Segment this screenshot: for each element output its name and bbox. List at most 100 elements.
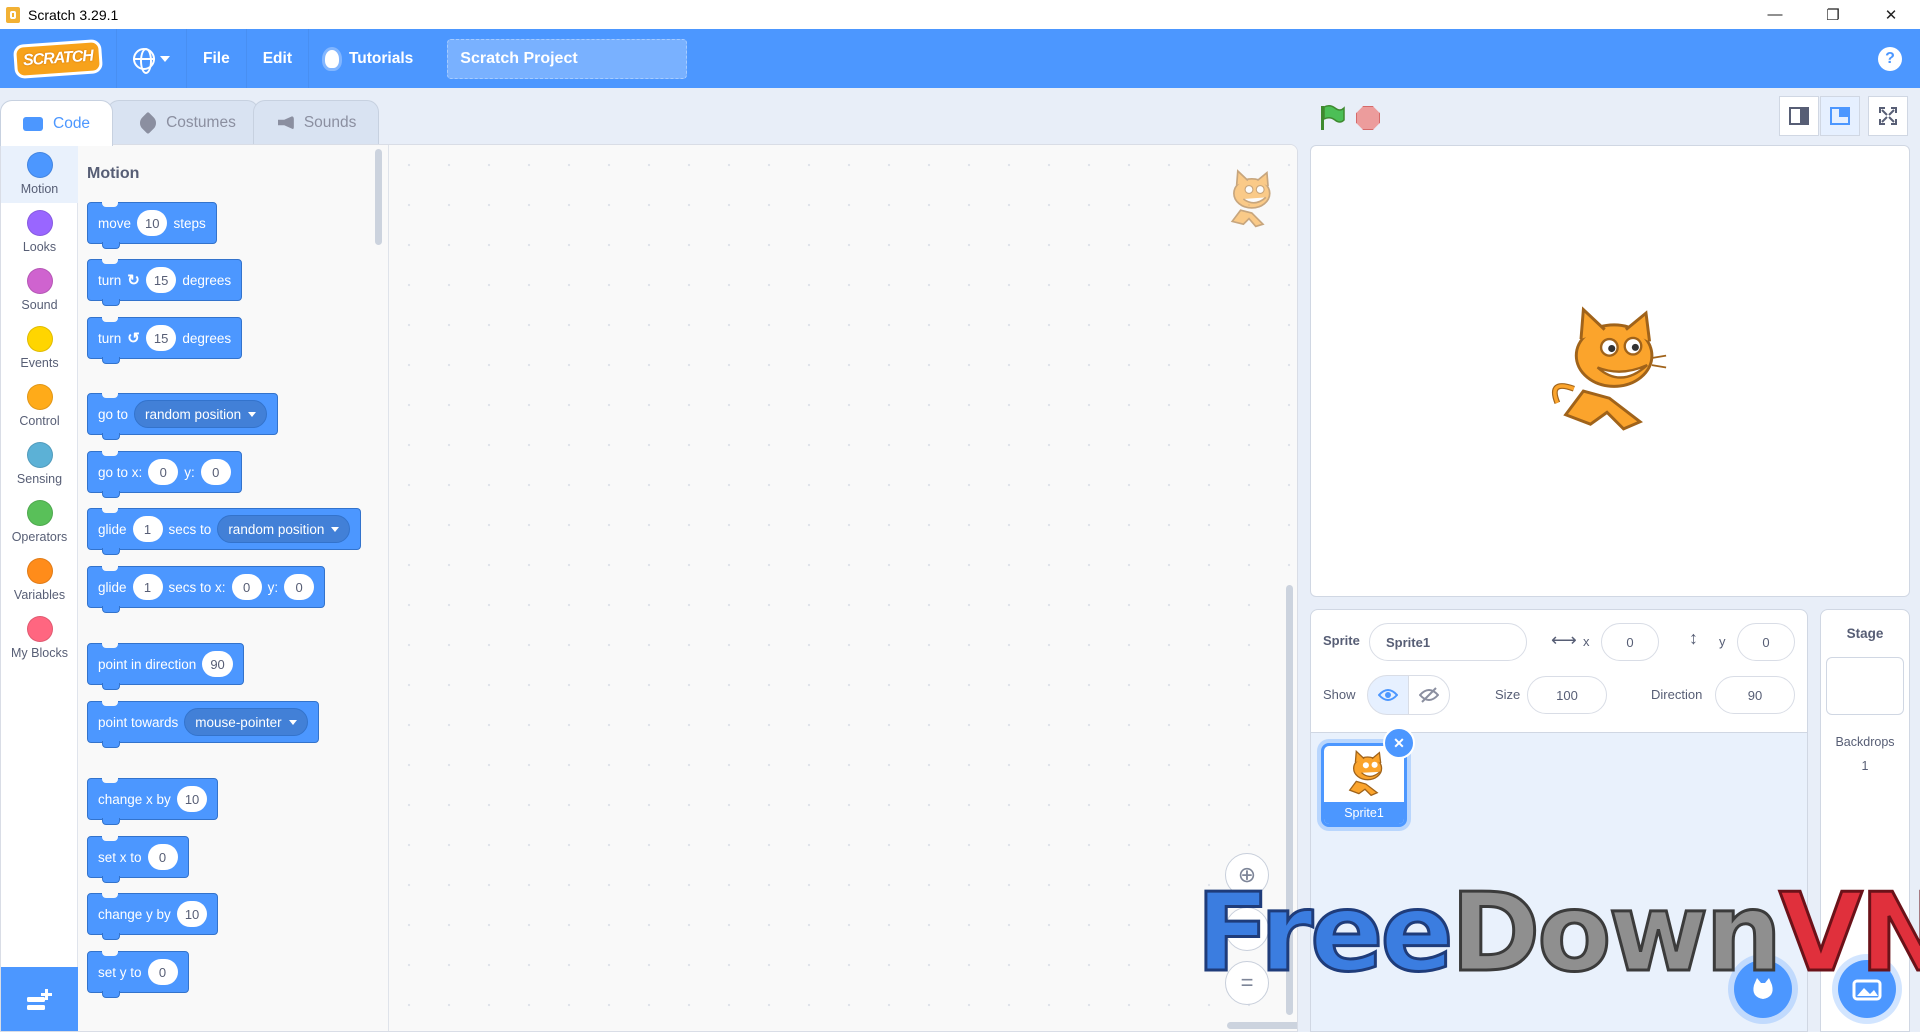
menu-bar: SCRATCH File Edit Tutorials Scratch Proj… xyxy=(0,29,1920,88)
sprite-thumb-cat-icon xyxy=(1342,749,1388,803)
block-change-x[interactable]: change x by 10 xyxy=(87,778,219,825)
block-input[interactable]: 15 xyxy=(145,267,177,293)
block-input[interactable]: 0 xyxy=(147,959,178,985)
normal-stage-button[interactable] xyxy=(1820,96,1860,136)
category-variables[interactable]: Variables xyxy=(1,551,78,609)
block-input[interactable]: 15 xyxy=(145,325,177,351)
category-events[interactable]: Events xyxy=(1,319,78,377)
category-motion[interactable]: Motion xyxy=(1,145,78,203)
brush-icon xyxy=(136,111,160,134)
tab-costumes[interactable]: Costumes xyxy=(107,100,259,144)
tab-sounds[interactable]: Sounds xyxy=(252,100,380,144)
block-text: turn xyxy=(98,330,122,346)
y-input[interactable]: 0 xyxy=(1737,623,1795,661)
block-dropdown[interactable]: random position xyxy=(217,515,351,543)
editor-tabs: Code Costumes Sounds xyxy=(0,100,380,146)
normal-stage-icon xyxy=(1830,107,1850,125)
block-set-y[interactable]: set y to 0 xyxy=(87,951,189,998)
tab-code[interactable]: Code xyxy=(0,100,114,146)
category-sensing[interactable]: Sensing xyxy=(1,435,78,493)
project-title-input[interactable]: Scratch Project xyxy=(447,38,688,79)
block-text: change y by xyxy=(98,906,171,922)
block-go-to[interactable]: go to random position xyxy=(87,393,279,440)
green-flag-icon[interactable] xyxy=(1318,104,1346,137)
block-input[interactable]: 0 xyxy=(231,574,262,600)
block-point-in-direction[interactable]: point in direction 90 xyxy=(87,643,244,690)
block-input[interactable]: 0 xyxy=(284,574,315,600)
language-menu[interactable] xyxy=(116,29,186,88)
small-stage-icon xyxy=(1789,107,1809,125)
block-text: steps xyxy=(173,215,206,231)
block-input[interactable]: 10 xyxy=(176,901,208,927)
block-input[interactable]: 0 xyxy=(147,844,178,870)
category-label: Looks xyxy=(22,240,57,254)
block-change-y[interactable]: change y by 10 xyxy=(87,893,219,940)
close-button[interactable]: ✕ xyxy=(1862,0,1920,29)
fullscreen-button[interactable] xyxy=(1868,96,1908,136)
minimize-button[interactable]: — xyxy=(1746,0,1804,29)
block-turn-left[interactable]: turn ↺ 15 degrees xyxy=(87,317,243,364)
block-input[interactable]: 1 xyxy=(132,574,163,600)
category-control[interactable]: Control xyxy=(1,377,78,435)
backdrop-thumbnail[interactable] xyxy=(1826,657,1904,715)
horizontal-arrows-icon: ⟷ xyxy=(1551,630,1577,650)
category-looks[interactable]: Looks xyxy=(1,203,78,261)
stage-canvas[interactable] xyxy=(1310,145,1910,597)
block-input[interactable]: 0 xyxy=(200,459,231,485)
block-text: turn xyxy=(98,272,122,288)
add-extension-icon xyxy=(26,989,52,1010)
sprite-thumbnail-name: Sprite1 xyxy=(1324,802,1404,824)
eye-icon xyxy=(1378,689,1398,701)
tutorials-button[interactable]: Tutorials xyxy=(307,29,429,88)
category-label: Sound xyxy=(21,298,58,312)
palette-heading: Motion xyxy=(87,165,140,182)
sensing-color-icon xyxy=(26,442,53,468)
block-move-steps[interactable]: move 10 steps xyxy=(87,202,217,249)
palette-scrollbar[interactable] xyxy=(375,149,382,245)
scratch-logo[interactable]: SCRATCH xyxy=(12,38,104,79)
speaker-icon xyxy=(277,115,294,130)
watermark-part: VN xyxy=(1778,871,1920,996)
help-icon[interactable]: ? xyxy=(1878,47,1902,71)
block-go-to-xy[interactable]: go to x: 0 y: 0 xyxy=(87,451,242,498)
block-input[interactable]: 0 xyxy=(148,459,179,485)
delete-sprite-icon[interactable]: ✕ xyxy=(1383,727,1415,759)
show-hidden-button[interactable] xyxy=(1408,675,1450,715)
workspace-horizontal-scrollbar[interactable] xyxy=(1227,1022,1297,1029)
category-label: My Blocks xyxy=(11,646,68,660)
block-glide-to[interactable]: glide 1 secs to random position xyxy=(87,508,362,555)
category-my-blocks[interactable]: My Blocks xyxy=(1,609,78,667)
x-input[interactable]: 0 xyxy=(1601,623,1659,661)
block-input[interactable]: 10 xyxy=(137,210,168,236)
sprite-name-input[interactable]: Sprite1 xyxy=(1369,623,1527,661)
block-set-x[interactable]: set x to 0 xyxy=(87,836,189,883)
small-stage-button[interactable] xyxy=(1779,96,1819,136)
category-operators[interactable]: Operators xyxy=(1,493,78,551)
show-visible-button[interactable] xyxy=(1367,675,1409,715)
block-text: go to xyxy=(98,406,129,422)
size-input[interactable]: 100 xyxy=(1527,676,1607,714)
category-menu: Motion Looks Sound Events Control Sensin… xyxy=(1,145,78,1031)
restore-button[interactable]: ❐ xyxy=(1804,0,1862,29)
block-dropdown[interactable]: mouse-pointer xyxy=(184,708,308,736)
direction-input[interactable]: 90 xyxy=(1715,676,1795,714)
script-workspace[interactable]: ⊕ ⊖ = xyxy=(389,145,1297,1031)
block-point-towards[interactable]: point towards mouse-pointer xyxy=(87,701,319,748)
window-titlebar: Scratch 3.29.1 — ❐ ✕ xyxy=(0,0,1920,29)
watermark-part: Free xyxy=(1195,871,1456,996)
block-glide-xy[interactable]: glide 1 secs to x: 0 y: 0 xyxy=(87,566,326,613)
edit-menu[interactable]: Edit xyxy=(245,29,308,88)
block-text: change x by xyxy=(98,791,171,807)
block-text: go to x: xyxy=(98,464,143,480)
add-extension-button[interactable] xyxy=(1,967,78,1031)
lightbulb-icon xyxy=(324,49,339,68)
block-input[interactable]: 10 xyxy=(176,786,208,812)
block-input[interactable]: 1 xyxy=(132,516,163,542)
cat-sprite[interactable] xyxy=(1545,306,1669,441)
category-sound[interactable]: Sound xyxy=(1,261,78,319)
y-label: y xyxy=(1719,634,1726,649)
file-menu[interactable]: File xyxy=(186,29,246,88)
block-dropdown[interactable]: random position xyxy=(134,400,268,428)
block-turn-right[interactable]: turn ↻ 15 degrees xyxy=(87,259,243,306)
block-input[interactable]: 90 xyxy=(202,651,233,677)
